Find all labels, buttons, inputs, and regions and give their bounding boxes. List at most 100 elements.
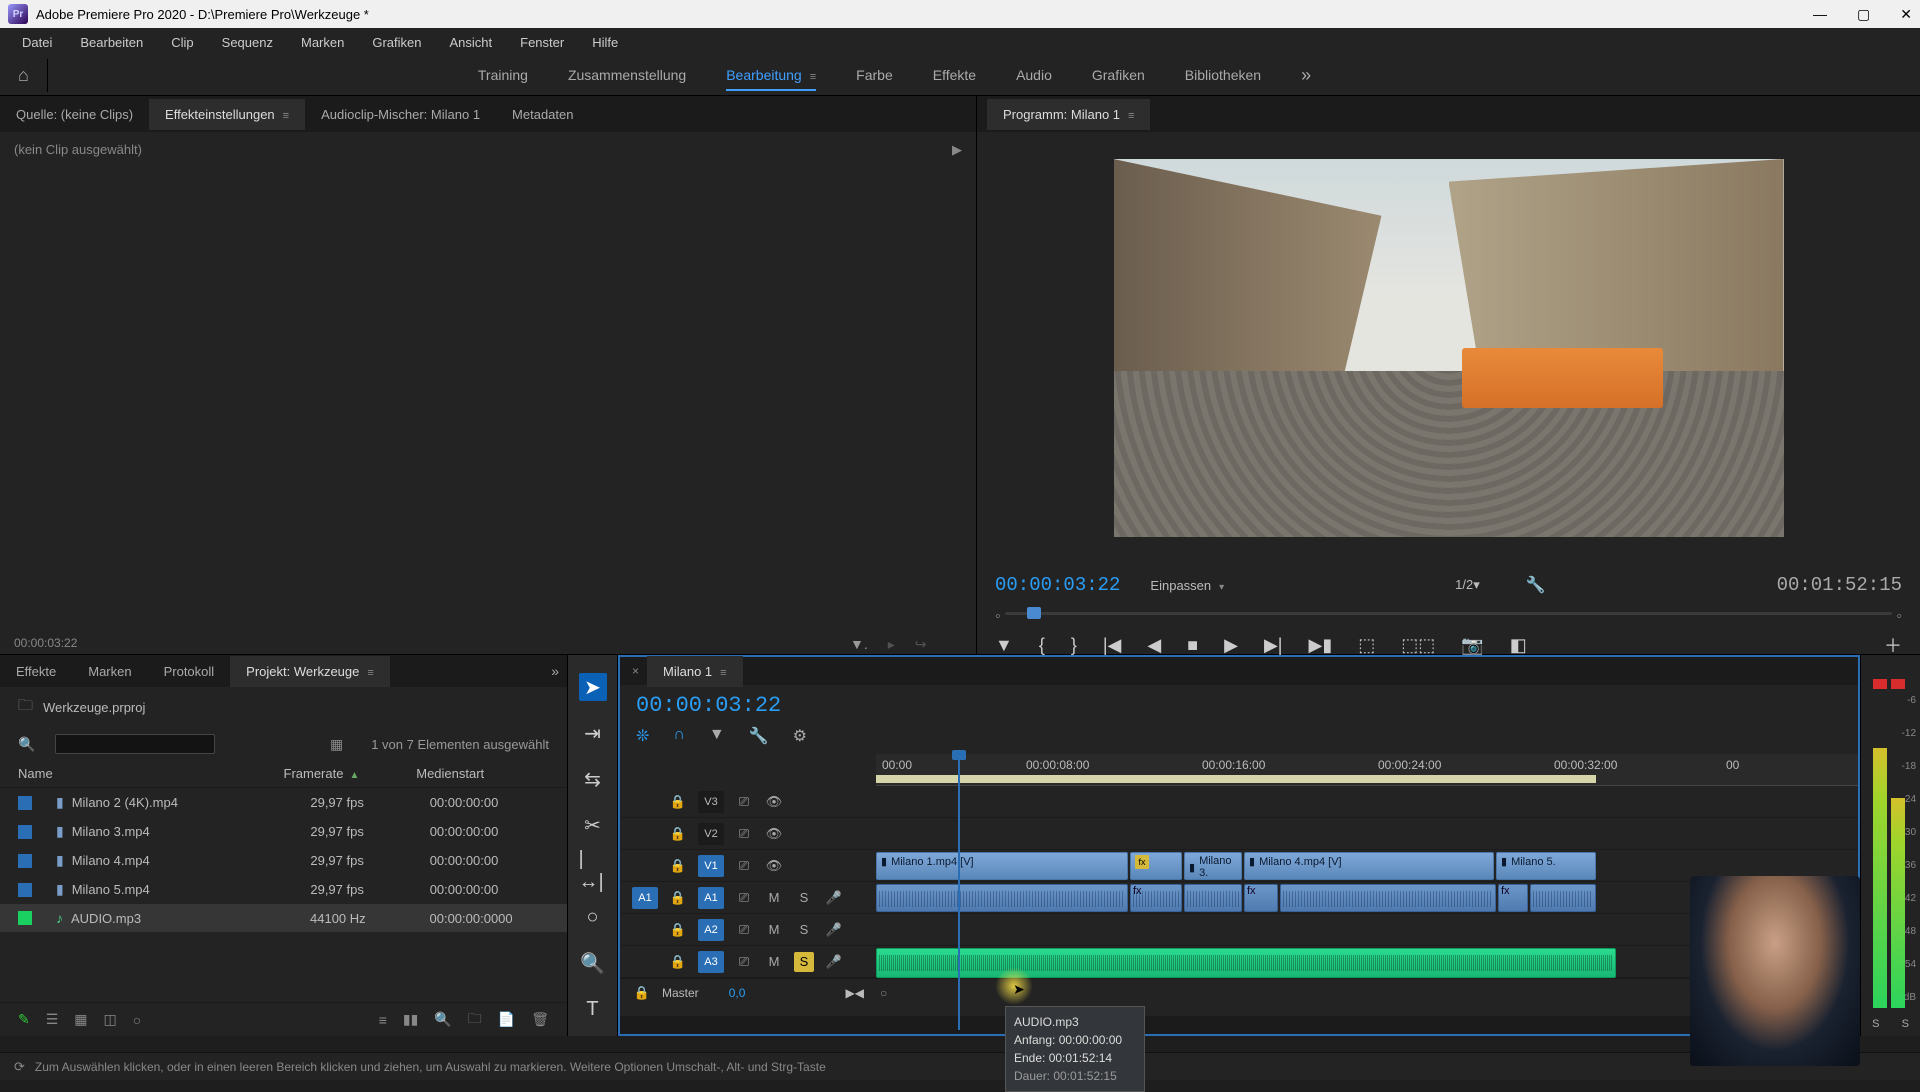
project-item[interactable]: ▮Milano 4.mp429,97 fps00:00:00:00 [0, 846, 567, 875]
insert-icon[interactable]: ▸ [888, 636, 895, 653]
workspace-overflow[interactable]: » [1301, 65, 1311, 86]
hand-tool[interactable]: 🔍 [579, 949, 607, 977]
thumbnail-toggle-icon[interactable]: ▦ [330, 736, 343, 753]
voice-over-icon[interactable]: 🎤 [824, 952, 844, 972]
column-medienstart[interactable]: Medienstart [416, 766, 549, 781]
track-header-v3[interactable]: 🔒V3⎚👁 [620, 786, 876, 818]
timeline-timecode[interactable]: 00:00:03:22 [636, 693, 781, 718]
panel-overflow-button[interactable]: » [551, 663, 559, 679]
track-label[interactable]: V1 [698, 855, 724, 877]
audio-clip[interactable]: fx [1244, 884, 1278, 912]
scrubber-handle[interactable] [1027, 607, 1041, 619]
track-header-v1[interactable]: 🔒V1⎚👁 [620, 850, 876, 882]
track-header-a2[interactable]: 🔒A2⎚MS🎤 [620, 914, 876, 946]
selection-tool[interactable]: ➤ [579, 673, 607, 701]
voice-over-icon[interactable]: 🎤 [824, 888, 844, 908]
sync-lock-icon[interactable]: ⎚ [734, 824, 754, 844]
ripple-edit-tool[interactable]: ⇆ [579, 765, 607, 793]
icon-view-icon[interactable]: ▦ [74, 1011, 87, 1028]
close-sequence-icon[interactable]: × [632, 664, 639, 678]
timeline-settings-icon[interactable]: 🔧 [749, 726, 769, 746]
menu-sequenz[interactable]: Sequenz [210, 32, 285, 53]
solo-button[interactable]: S [794, 920, 814, 940]
audio-clip[interactable] [1530, 884, 1596, 912]
lock-icon[interactable]: 🔒 [668, 920, 688, 940]
video-clip[interactable]: ▮Milano 3. [1184, 852, 1242, 880]
close-button[interactable]: ✕ [1900, 6, 1912, 23]
type-tool[interactable]: T [579, 995, 607, 1023]
playhead[interactable] [958, 750, 960, 1030]
mute-button[interactable]: M [764, 888, 784, 908]
workspace-effekte[interactable]: Effekte [933, 61, 976, 91]
eye-icon[interactable]: 👁 [764, 824, 784, 844]
lock-icon[interactable]: 🔒 [632, 983, 652, 1003]
freeform-view-icon[interactable]: ◫ [104, 1011, 117, 1028]
tab-metadata[interactable]: Metadaten [496, 99, 589, 130]
disclosure-icon[interactable]: ▶ [952, 142, 962, 158]
slip-tool[interactable]: |↔| [579, 857, 607, 885]
video-clip[interactable]: ▮Milano 4.mp4 [V] [1244, 852, 1494, 880]
marker-left-icon[interactable]: ◦ [995, 608, 1001, 626]
tab-audio-mixer[interactable]: Audioclip-Mischer: Milano 1 [305, 99, 496, 130]
workspace-bibliotheken[interactable]: Bibliotheken [1185, 61, 1261, 91]
program-current-timecode[interactable]: 00:00:03:22 [995, 574, 1120, 596]
project-item[interactable]: ▮Milano 3.mp429,97 fps00:00:00:00 [0, 817, 567, 846]
tab-source[interactable]: Quelle: (keine Clips) [0, 99, 149, 130]
track-header-v2[interactable]: 🔒 V2 ⎚ 👁 [620, 818, 876, 850]
add-marker-icon[interactable]: ▼ [709, 726, 725, 746]
add-marker-button[interactable]: ▼ [995, 635, 1013, 656]
lift-button[interactable]: ⬚ [1358, 635, 1375, 656]
comparison-button[interactable]: ◧ [1510, 635, 1527, 656]
menu-datei[interactable]: Datei [10, 32, 64, 53]
source-patch[interactable]: A1 [632, 887, 658, 909]
find-icon[interactable]: 🔍 [434, 1011, 451, 1028]
sync-lock-icon[interactable]: ⎚ [734, 856, 754, 876]
workspace-grafiken[interactable]: Grafiken [1092, 61, 1145, 91]
solo-button[interactable]: S [794, 888, 814, 908]
stop-button[interactable]: ■ [1187, 635, 1198, 656]
export-frame-button[interactable]: 📷 [1461, 635, 1483, 656]
fit-dropdown[interactable]: Einpassen▾ [1150, 578, 1224, 593]
sync-lock-icon[interactable]: ⎚ [734, 920, 754, 940]
eye-icon[interactable]: 👁 [764, 792, 784, 812]
track-select-tool[interactable]: ⇥ [579, 719, 607, 747]
menu-bearbeiten[interactable]: Bearbeiten [68, 32, 155, 53]
menu-hilfe[interactable]: Hilfe [580, 32, 630, 53]
settings-icon[interactable]: 🔧 [1526, 575, 1546, 595]
time-ruler[interactable]: 00:00 00:00:08:00 00:00:16:00 00:00:24:0… [876, 754, 1858, 786]
lock-icon[interactable]: 🔒 [668, 824, 688, 844]
menu-ansicht[interactable]: Ansicht [437, 32, 504, 53]
menu-grafiken[interactable]: Grafiken [360, 32, 433, 53]
home-button[interactable]: ⌂ [0, 59, 48, 92]
track-label[interactable]: V3 [698, 791, 724, 813]
lock-icon[interactable]: 🔒 [668, 952, 688, 972]
track-label[interactable]: V2 [698, 823, 724, 845]
zoom-slider-icon[interactable]: ○ [133, 1012, 141, 1028]
sync-icon[interactable]: ⟳ [14, 1059, 25, 1075]
overwrite-icon[interactable]: ↪ [915, 636, 927, 653]
linked-selection-icon[interactable]: ∩ [673, 726, 685, 746]
filter-icon[interactable]: ▼. [850, 636, 868, 653]
audio-clip[interactable]: fx [1498, 884, 1528, 912]
marker-right-icon[interactable]: ◦ [1896, 608, 1902, 626]
workspace-menu-icon[interactable]: ≡ [810, 71, 816, 83]
music-clip[interactable] [876, 948, 1616, 978]
clip-indicator-right[interactable] [1891, 679, 1905, 689]
pen-tool[interactable]: ○ [579, 903, 607, 931]
menu-fenster[interactable]: Fenster [508, 32, 576, 53]
tab-effects[interactable]: Effekte [0, 656, 72, 687]
extract-button[interactable]: ⬚⬚ [1401, 635, 1435, 656]
sync-lock-icon[interactable]: ⎚ [734, 952, 754, 972]
sort-icon[interactable]: ≡ [379, 1012, 387, 1028]
mark-out-button[interactable]: } [1071, 635, 1077, 656]
mute-button[interactable]: M [764, 920, 784, 940]
write-mode-icon[interactable]: ✎ [18, 1011, 30, 1028]
project-search-input[interactable] [55, 734, 215, 754]
track-label[interactable]: A1 [698, 887, 724, 909]
column-name[interactable]: Name [18, 766, 284, 781]
new-bin-icon[interactable]: 🗀 [468, 1008, 482, 1032]
settings2-icon[interactable]: ⚙ [793, 726, 807, 746]
tab-effect-controls[interactable]: Effekteinstellungen≡ [149, 99, 305, 130]
tab-history[interactable]: Protokoll [148, 656, 231, 687]
panel-menu-icon[interactable]: ≡ [367, 667, 373, 679]
